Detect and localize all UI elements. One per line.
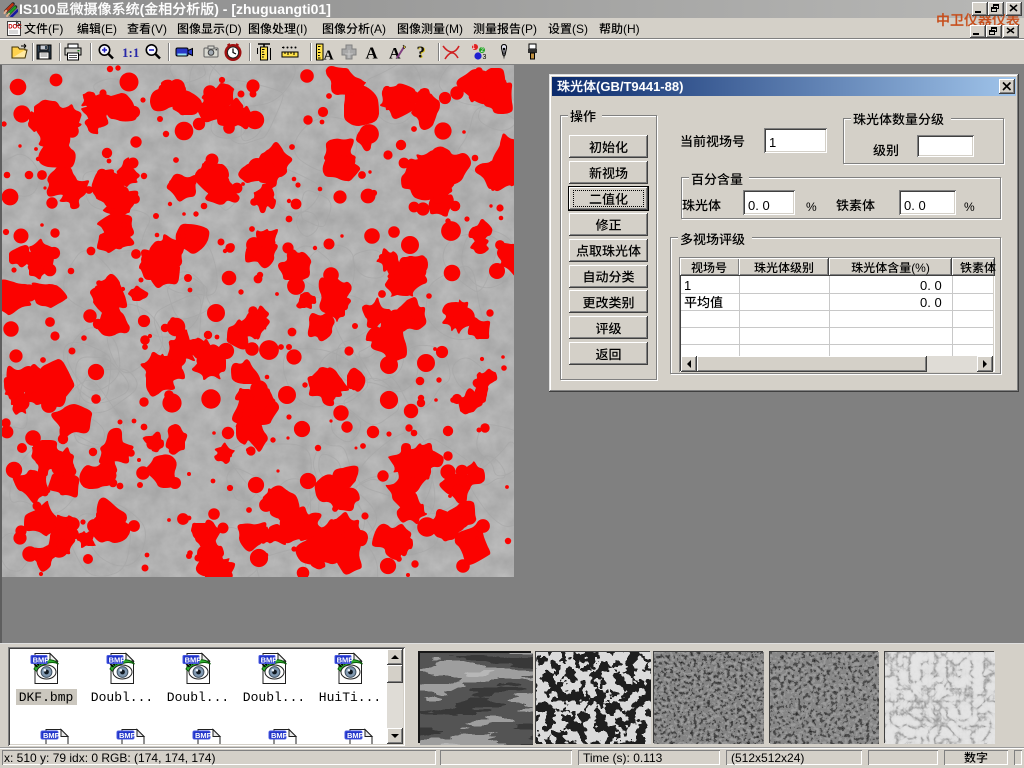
- svg-text:BMP: BMP: [337, 655, 354, 664]
- svg-text:BMP: BMP: [109, 655, 126, 664]
- svg-text:BMP: BMP: [271, 731, 288, 740]
- svg-text:BMP: BMP: [261, 655, 278, 664]
- svg-text:A: A: [324, 49, 335, 63]
- svg-text:BMP: BMP: [195, 731, 212, 740]
- svg-text:BMP: BMP: [119, 731, 136, 740]
- svg-text:3: 3: [483, 54, 487, 61]
- svg-text:BMP: BMP: [43, 731, 60, 740]
- svg-text:?: ?: [417, 43, 426, 62]
- svg-text:A: A: [366, 44, 379, 63]
- svg-text:1:1: 1:1: [122, 45, 139, 60]
- svg-text:DOC: DOC: [8, 25, 22, 31]
- svg-text:BMP: BMP: [185, 655, 202, 664]
- svg-text:BMP: BMP: [33, 655, 50, 664]
- svg-text:BMP: BMP: [347, 731, 364, 740]
